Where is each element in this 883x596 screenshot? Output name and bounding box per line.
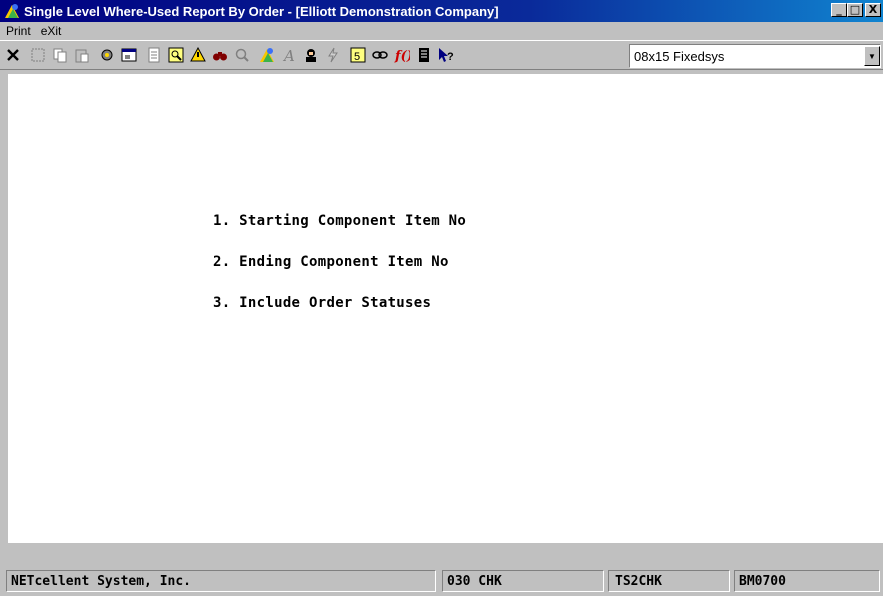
lightning-icon[interactable] [322, 44, 343, 67]
field-include-order-statuses[interactable]: 3. Include Order Statuses [213, 295, 431, 311]
globe-icon[interactable] [256, 44, 277, 67]
status-user: TS2CHK [608, 570, 730, 592]
svg-text:A: A [282, 47, 295, 63]
close-x-icon[interactable] [2, 44, 23, 67]
user-icon[interactable] [300, 44, 321, 67]
chevron-down-icon[interactable]: ▼ [864, 46, 880, 66]
report-screen: 1. Starting Component Item No 2. Ending … [8, 74, 883, 543]
select-icon[interactable] [27, 44, 48, 67]
message-line [8, 543, 883, 565]
menu-print[interactable]: Print [6, 24, 31, 38]
font-icon[interactable]: A [278, 44, 299, 67]
maximize-button[interactable]: □ [847, 3, 863, 17]
svg-text:?: ? [447, 51, 454, 63]
status-company: NETcellent System, Inc. [6, 570, 436, 592]
menu-exit[interactable]: eXit [41, 24, 62, 38]
title-bar: Single Level Where-Used Report By Order … [0, 0, 883, 22]
notes-icon[interactable] [143, 44, 164, 67]
elliott-app-icon[interactable] [4, 3, 20, 19]
window-title: Single Level Where-Used Report By Order … [24, 3, 499, 19]
function-icon[interactable]: f() [391, 44, 412, 67]
list-icon[interactable] [413, 44, 434, 67]
warning-icon[interactable] [187, 44, 208, 67]
font-select-value: 08x15 Fixedsys [634, 48, 725, 64]
field-starting-component[interactable]: 1. Starting Component Item No [213, 213, 466, 229]
status-program: BM0700 [734, 570, 880, 592]
find-icon[interactable] [165, 44, 186, 67]
minimize-button[interactable]: _ [831, 3, 847, 17]
zoom-icon[interactable] [231, 44, 252, 67]
menu-bar: Print eXit [0, 22, 883, 40]
copy-icon[interactable] [49, 44, 70, 67]
svg-text:f(): f() [394, 49, 410, 63]
link-icon[interactable] [369, 44, 390, 67]
binoculars-icon[interactable] [209, 44, 230, 67]
paste-icon[interactable] [71, 44, 92, 67]
status-terminal: 030 CHK [442, 570, 604, 592]
settings-gear-icon[interactable] [96, 44, 117, 67]
status-bar: NETcellent System, Inc. 030 CHK TS2CHK B… [0, 565, 883, 596]
help-pointer-icon[interactable]: ? [435, 44, 456, 67]
properties-icon[interactable] [118, 44, 139, 67]
close-button[interactable]: X [865, 3, 881, 17]
toolbar: A 5 f() ? 08x15 Fixedsys ▼ [0, 40, 883, 70]
svg-text:5: 5 [354, 51, 360, 63]
font-select[interactable]: 08x15 Fixedsys ▼ [629, 44, 881, 68]
calculator-icon[interactable]: 5 [347, 44, 368, 67]
field-ending-component[interactable]: 2. Ending Component Item No [213, 254, 449, 270]
